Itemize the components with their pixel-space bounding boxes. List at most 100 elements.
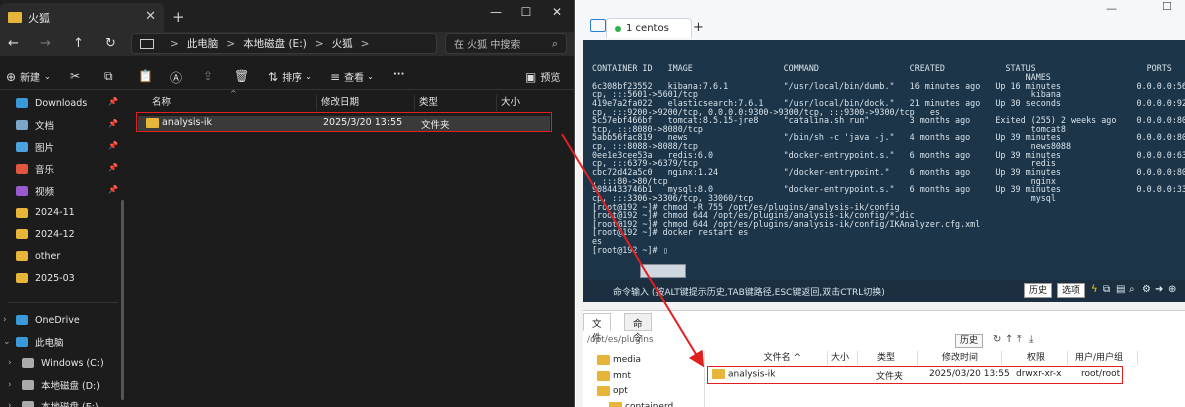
sidebar-tree-item[interactable]: › 本地磁盘 (D:) xyxy=(0,375,124,395)
sidebar-tree-item[interactable]: › Windows (C:) xyxy=(0,353,124,373)
sidebar-item[interactable]: 2025-03 xyxy=(0,268,124,288)
sftp-file-list: 文件名 ^ 大小 类型 修改时间 权限 用户/用户组 analysis-ik 文… xyxy=(706,351,1185,407)
add-session-button[interactable]: + xyxy=(693,20,704,35)
screenshot-root: 火狐 ✕ + — ☐ ✕ ← → ↑ ↻ > 此电脑 > 本地磁盘 (E:) >… xyxy=(0,0,1185,407)
explorer-tab[interactable]: 火狐 ✕ xyxy=(0,3,164,32)
folder-icon xyxy=(16,273,28,284)
more-options-button[interactable]: ··· xyxy=(393,69,404,80)
pin-icon[interactable]: 📌 xyxy=(108,163,118,172)
history-button[interactable]: 历史 xyxy=(1024,283,1053,298)
refresh-icon[interactable]: ↻ xyxy=(993,334,1001,345)
computer-icon xyxy=(16,336,28,347)
sftp-path[interactable]: /opt/es/plugins xyxy=(587,335,654,345)
preview-button[interactable]: ▣ 预览 xyxy=(525,69,560,85)
up-arrow-icon[interactable]: ↑ xyxy=(1005,334,1013,345)
sidebar-item[interactable]: 2024-12 xyxy=(0,224,124,244)
tree-item-label: media xyxy=(613,355,642,365)
pin-icon[interactable]: 📌 xyxy=(108,119,118,128)
close-tab-icon[interactable]: ✕ xyxy=(145,9,156,24)
pin-icon[interactable]: ⊕ xyxy=(1168,284,1176,295)
new-button[interactable]: ⊕ 新建 ⌄ xyxy=(6,69,51,85)
tree-item[interactable]: media xyxy=(597,355,641,365)
breadcrumb-item[interactable]: 本地磁盘 (E:) xyxy=(243,36,307,51)
sftp-history-button[interactable]: 历史 xyxy=(955,334,984,348)
address-bar[interactable]: > 此电脑 > 本地磁盘 (E:) > 火狐 > xyxy=(131,33,437,54)
file-list: 名称 ^ 修改日期 类型 大小 analysis-ik 2025/3/20 13… xyxy=(132,89,574,407)
expand-chevron-icon[interactable]: › xyxy=(3,315,7,325)
sidebar-item[interactable]: Downloads 📌 xyxy=(0,93,124,113)
search-input[interactable]: 在 火狐 中搜索 ⌕ xyxy=(445,33,567,54)
arrow-icon[interactable]: ➜ xyxy=(1155,284,1163,295)
sidebar-scrollbar[interactable] xyxy=(121,200,124,400)
forward-arrow-icon[interactable]: → xyxy=(40,36,51,51)
sidebar-item[interactable]: 音乐 📌 xyxy=(0,159,124,179)
close-window-button[interactable]: ✕ xyxy=(542,2,572,22)
expand-chevron-icon[interactable]: ⌄ xyxy=(3,337,11,347)
sidebar-tree-item[interactable]: › OneDrive xyxy=(0,310,124,330)
tab-commands[interactable]: 命令 xyxy=(624,313,652,344)
delete-icon[interactable]: 🗑 xyxy=(234,69,249,83)
sidebar-tree-item[interactable]: ⌄ 此电脑 xyxy=(0,332,124,352)
copy-icon[interactable]: ⧉ xyxy=(1103,284,1110,295)
column-header-modified[interactable]: 修改时间 xyxy=(918,351,1002,365)
maximize-button[interactable]: ☐ xyxy=(511,2,541,22)
column-header-type[interactable]: 类型 xyxy=(858,351,918,365)
back-arrow-icon[interactable]: ← xyxy=(8,36,19,51)
sidebar-item[interactable]: 2024-11 xyxy=(0,203,124,223)
music-icon xyxy=(16,163,28,174)
chevron-down-icon: ⌄ xyxy=(367,72,374,81)
sidebar-item[interactable]: 视频 📌 xyxy=(0,181,124,201)
pin-icon[interactable]: 📌 xyxy=(108,141,118,150)
download-icon[interactable]: ⤓ xyxy=(1029,334,1033,345)
folder-open-icon[interactable] xyxy=(590,19,606,32)
expand-chevron-icon[interactable]: › xyxy=(8,380,12,390)
column-header-type[interactable]: 类型 xyxy=(414,95,438,111)
rename-icon[interactable]: Ⓐ xyxy=(170,69,182,86)
options-button[interactable]: 选项 xyxy=(1057,283,1086,298)
column-header-size[interactable]: 大小 xyxy=(828,351,858,365)
pin-icon[interactable]: 📌 xyxy=(108,97,118,106)
column-header-owner[interactable]: 用户/用户组 xyxy=(1068,351,1138,365)
expand-chevron-icon[interactable]: › xyxy=(8,401,12,407)
new-tab-button[interactable]: + xyxy=(172,8,185,26)
session-tab[interactable]: 1 centos xyxy=(606,18,692,38)
column-header-filename[interactable]: 文件名 ^ xyxy=(706,351,828,365)
search-icon[interactable]: ⌕ xyxy=(1129,284,1135,295)
minimize-button[interactable]: — xyxy=(481,2,511,22)
gear-icon[interactable]: ⚙ xyxy=(1142,284,1151,295)
column-header-name[interactable]: 名称 xyxy=(148,95,171,111)
tree-item[interactable]: opt xyxy=(597,386,628,396)
minimize-button[interactable]: — xyxy=(1106,2,1117,15)
paste-icon[interactable]: 📋 xyxy=(138,69,153,83)
sidebar-item[interactable]: 图片 📌 xyxy=(0,137,124,157)
terminal[interactable]: CONTAINER ID IMAGE COMMAND CREATED STATU… xyxy=(583,40,1185,280)
up-arrow-icon[interactable]: ↑ xyxy=(73,36,84,51)
tree-item[interactable]: containerd xyxy=(609,401,673,407)
refresh-icon[interactable]: ↻ xyxy=(105,36,116,51)
pin-icon[interactable]: 📌 xyxy=(108,185,118,194)
maximize-button[interactable]: ☐ xyxy=(1162,0,1172,13)
breadcrumb-item[interactable]: 此电脑 xyxy=(187,36,219,51)
cut-icon[interactable]: ✂ xyxy=(70,69,80,83)
column-header-permission[interactable]: 权限 xyxy=(1002,351,1068,365)
upload-icon[interactable]: ⤒ xyxy=(1017,334,1021,345)
tab-files[interactable]: 文件 xyxy=(583,313,611,344)
breadcrumb-item[interactable]: 火狐 xyxy=(332,36,353,51)
share-icon[interactable]: ⇪ xyxy=(203,69,213,83)
view-button[interactable]: ≡ 查看 ⌄ xyxy=(330,69,374,85)
tree-item[interactable]: mnt xyxy=(597,370,631,381)
paste-icon[interactable]: ▤ xyxy=(1116,284,1125,295)
column-header-modified[interactable]: 修改日期 xyxy=(316,95,359,111)
sort-button[interactable]: ⇅ 排序 ⌄ xyxy=(268,69,312,85)
terminal-mini-toolbar[interactable] xyxy=(640,264,686,278)
sidebar-item[interactable]: other xyxy=(0,246,124,266)
video-icon xyxy=(16,185,28,196)
command-input-bar[interactable]: 命令输入 (按ALT键提示历史,TAB键路径,ESC键返回,双击CTRL切换) … xyxy=(583,280,1185,302)
copy-icon[interactable]: ⧉ xyxy=(104,69,113,84)
column-header-size[interactable]: 大小 xyxy=(496,95,520,111)
sidebar-item[interactable]: 文档 📌 xyxy=(0,115,124,135)
tree-item-label: mnt xyxy=(613,370,631,381)
sidebar-tree-item[interactable]: › 本地磁盘 (E:) xyxy=(0,396,124,407)
expand-chevron-icon[interactable]: › xyxy=(8,358,12,368)
lightning-icon[interactable]: ϟ xyxy=(1091,284,1098,295)
